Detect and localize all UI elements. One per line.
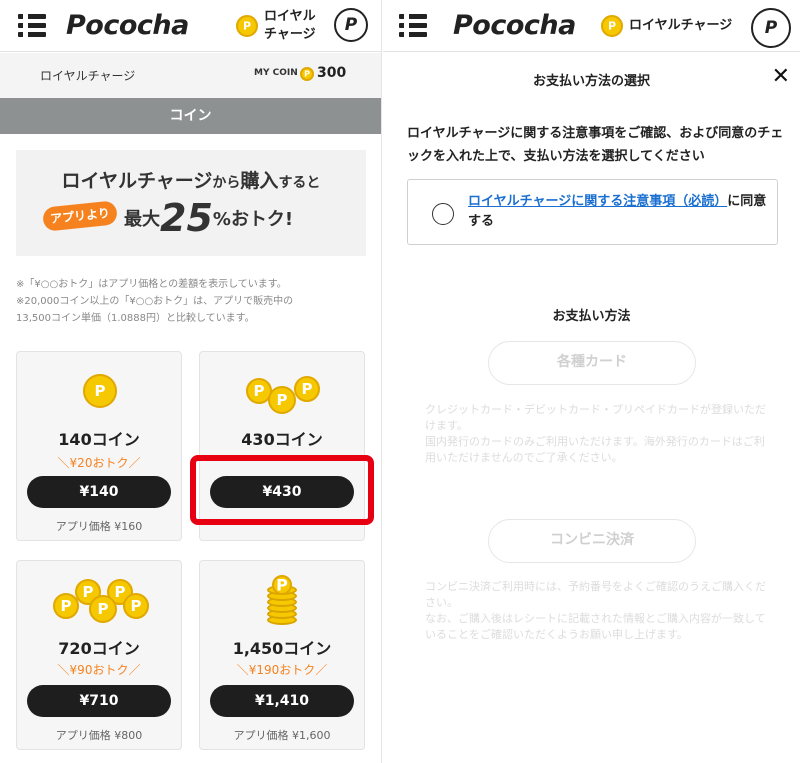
coin-icon <box>300 67 314 81</box>
promo-banner: ロイヤルチャージから購入すると アプリより 最大25%おトク! <box>16 150 366 256</box>
promo-badge: アプリより <box>41 200 119 232</box>
package-discount: ＼¥190おトク／ <box>236 663 328 677</box>
package-name: 430コイン <box>241 430 323 449</box>
payment-method-panel: Pococha ロイヤルチャージ P お支払い方法の選択 ✕ ロイヤルチャージに… <box>383 0 800 763</box>
coin-purchase-panel: Pococha ロイヤル チャージ P ロイヤルチャージ MY COIN 300… <box>0 0 382 763</box>
promo-line2: 最大25%おトク! <box>124 196 294 240</box>
pococha-logo[interactable]: Pococha <box>66 10 189 41</box>
coin-icon <box>294 376 320 402</box>
payment-heading: お支払い方法 <box>552 309 631 324</box>
royal-charge-link[interactable]: ロイヤルチャージ <box>629 17 732 35</box>
pococha-logo[interactable]: Pococha <box>453 10 576 41</box>
buy-button[interactable]: ¥140 <box>27 476 171 508</box>
header: Pococha ロイヤルチャージ P <box>383 0 800 52</box>
buy-button[interactable]: ¥710 <box>27 685 171 717</box>
royal-charge-link[interactable]: ロイヤル チャージ <box>264 8 316 44</box>
buy-button[interactable]: ¥1,410 <box>210 685 354 717</box>
price-notes: ※「¥○○おトク」はアプリ価格との差額を表示しています。 ※20,000コイン以… <box>16 279 294 324</box>
coin-icon <box>236 15 258 37</box>
coin-icon <box>123 593 149 619</box>
konbini-payment-button[interactable]: コンビニ決済 <box>488 519 696 563</box>
card-payment-button[interactable]: 各種カード <box>488 341 696 385</box>
konbini-note: コンビニ決済ご利用時には、予約番号をよくご確認のうえご購入ください。 なお、ご購… <box>425 580 766 641</box>
promo-line1: ロイヤルチャージから購入すると <box>61 170 321 192</box>
coin-package-1450: 1,450コイン ＼¥190おトク／ ¥1,410 アプリ価格 ¥1,600 <box>199 560 365 750</box>
my-coin-value: 300 <box>317 65 347 81</box>
app-price: アプリ価格 ¥1,600 <box>233 729 331 742</box>
menu-icon[interactable] <box>399 14 427 38</box>
card-note: クレジットカード・デビットカード・プリペイドカードが登録いただけます。 国内発行… <box>425 403 766 464</box>
my-coin-label: MY COIN <box>254 68 298 78</box>
notice-link[interactable]: ロイヤルチャージに関する注意事項（必読） <box>468 194 727 209</box>
subbar-title: ロイヤルチャージ <box>40 69 136 83</box>
menu-icon[interactable] <box>18 14 46 38</box>
consent-radio[interactable] <box>432 203 454 225</box>
close-icon[interactable]: ✕ <box>772 64 790 89</box>
package-name: 1,450コイン <box>232 639 332 658</box>
app-price: アプリ価格 ¥800 <box>55 729 143 742</box>
coin-package-720: 720コイン ＼¥90おトク／ ¥710 アプリ価格 ¥800 <box>16 560 182 750</box>
app-price: アプリ価格 ¥160 <box>55 520 143 533</box>
consent-box[interactable]: ロイヤルチャージに関する注意事項（必読）に同意する <box>407 179 778 245</box>
coin-icon <box>83 374 117 408</box>
package-discount: ＼¥90おトク／ <box>57 663 141 677</box>
coin-balance-bar: ロイヤルチャージ MY COIN 300 <box>0 53 381 98</box>
instructions: ロイヤルチャージに関する注意事項をご確認、および同意のチェックを入れた上で、支払… <box>407 126 784 164</box>
package-name: 140コイン <box>58 430 140 449</box>
package-discount: ＼¥20おトク／ <box>57 456 141 470</box>
tab-coin[interactable]: コイン <box>0 98 381 134</box>
highlight-box <box>190 455 374 525</box>
profile-button[interactable]: P <box>334 8 368 42</box>
modal-title: お支払い方法の選択 <box>532 74 650 89</box>
coin-icon <box>89 595 117 623</box>
package-name: 720コイン <box>58 639 140 658</box>
coin-package-140: 140コイン ＼¥20おトク／ ¥140 アプリ価格 ¥160 <box>16 351 182 541</box>
coin-icon <box>601 15 623 37</box>
coin-stack-icon <box>267 575 299 625</box>
coin-icon <box>268 386 296 414</box>
consent-text: ロイヤルチャージに関する注意事項（必読）に同意する <box>468 194 767 229</box>
profile-button[interactable]: P <box>751 8 791 48</box>
header: Pococha ロイヤル チャージ P <box>0 0 381 52</box>
